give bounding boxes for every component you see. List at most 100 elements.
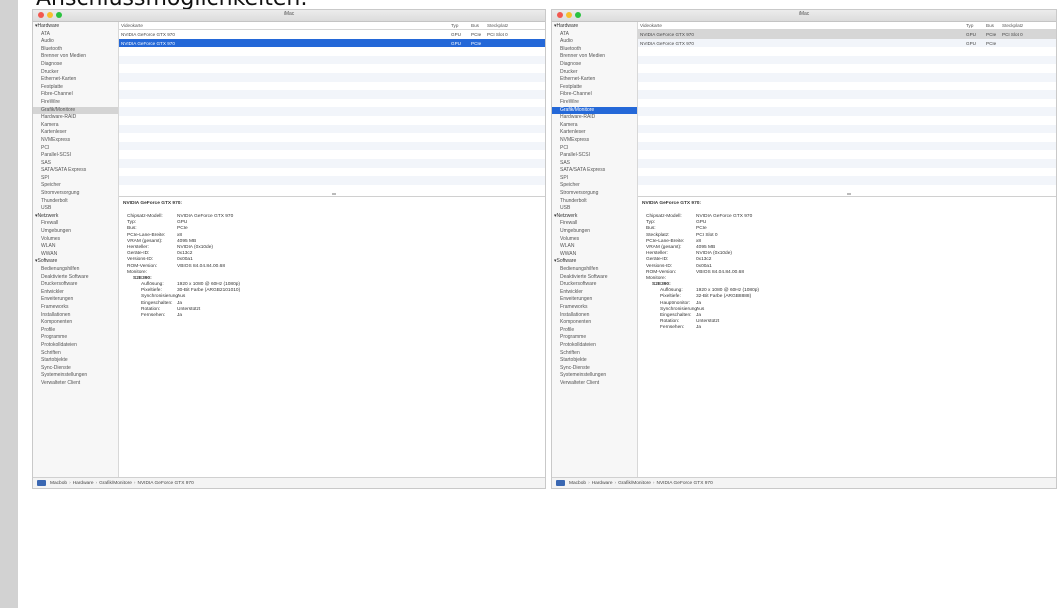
- sidebar-item[interactable]: Programme: [552, 334, 637, 342]
- sidebar-item[interactable]: Verwalteter Client: [33, 380, 118, 388]
- column-header-videokarte[interactable]: Videokarte: [640, 23, 662, 28]
- sidebar-item[interactable]: Firewall: [33, 220, 118, 228]
- sidebar-item[interactable]: NVMExpress: [552, 137, 637, 145]
- sidebar-item[interactable]: Installationen: [33, 312, 118, 320]
- sidebar-group[interactable]: ▾Netzwerk: [552, 213, 637, 221]
- sidebar-item[interactable]: Bluetooth: [33, 46, 118, 54]
- breadcrumb-item[interactable]: Hardware: [592, 481, 613, 486]
- sidebar-item[interactable]: ATA: [552, 31, 637, 39]
- sidebar-item[interactable]: Protokolldateien: [552, 342, 637, 350]
- sidebar-item[interactable]: Festplatte: [33, 84, 118, 92]
- sidebar-item[interactable]: Kartenleser: [552, 129, 637, 137]
- sidebar-item[interactable]: SAS: [552, 160, 637, 168]
- sidebar-item[interactable]: FireWire: [552, 99, 637, 107]
- sidebar-item[interactable]: Fibre-Channel: [33, 91, 118, 99]
- column-header-steckplatz[interactable]: Steckplatz: [1002, 23, 1023, 28]
- sidebar-item[interactable]: Erweiterungen: [552, 296, 637, 304]
- sidebar-item[interactable]: SPI: [33, 175, 118, 183]
- breadcrumb-item[interactable]: Macbob: [569, 481, 586, 486]
- sidebar-item[interactable]: WLAN: [33, 243, 118, 251]
- column-header-typ[interactable]: Typ: [966, 23, 973, 28]
- sidebar-item[interactable]: Komponenten: [552, 319, 637, 327]
- sidebar-item[interactable]: Grafik/Monitore: [33, 106, 118, 115]
- sidebar-item[interactable]: SATA/SATA Express: [33, 167, 118, 175]
- sidebar-item[interactable]: Thunderbolt: [33, 198, 118, 206]
- sidebar-item[interactable]: Audio: [552, 38, 637, 46]
- sidebar-item[interactable]: Sync-Dienste: [33, 365, 118, 373]
- sidebar-item[interactable]: Bluetooth: [552, 46, 637, 54]
- sidebar-item[interactable]: Ethernet-Karten: [552, 76, 637, 84]
- sidebar-item[interactable]: Speicher: [33, 182, 118, 190]
- sidebar-item[interactable]: Thunderbolt: [552, 198, 637, 206]
- sidebar-item[interactable]: Kartenleser: [33, 129, 118, 137]
- sidebar-item[interactable]: Stromversorgung: [33, 190, 118, 198]
- table-row[interactable]: NVIDIA GeForce GTX 970 GPU PCIe: [638, 38, 1056, 48]
- sidebar-item[interactable]: Stromversorgung: [552, 190, 637, 198]
- sidebar-group[interactable]: ▾Netzwerk: [33, 213, 118, 221]
- sidebar-item[interactable]: Bedienungshilfen: [552, 266, 637, 274]
- sidebar-item[interactable]: Druckersoftware: [552, 281, 637, 289]
- column-header-steckplatz[interactable]: Steckplatz: [487, 23, 508, 28]
- sidebar-item[interactable]: Umgebungen: [33, 228, 118, 236]
- breadcrumb-item[interactable]: NVIDIA GeForce GTX 970: [657, 481, 713, 486]
- sidebar-item[interactable]: Drucker: [552, 69, 637, 77]
- sidebar-item[interactable]: Verwalteter Client: [552, 380, 637, 388]
- column-header-bus[interactable]: Bus: [986, 23, 994, 28]
- sidebar-item[interactable]: Schriften: [33, 350, 118, 358]
- sidebar-item[interactable]: Frameworks: [33, 304, 118, 312]
- breadcrumb-item[interactable]: NVIDIA GeForce GTX 970: [138, 481, 194, 486]
- sidebar-item[interactable]: Festplatte: [552, 84, 637, 92]
- sidebar-item[interactable]: Volumes: [33, 236, 118, 244]
- breadcrumb-item[interactable]: Hardware: [73, 481, 94, 486]
- sidebar-item[interactable]: Protokolldateien: [33, 342, 118, 350]
- sidebar-item[interactable]: Ethernet-Karten: [33, 76, 118, 84]
- sidebar-item[interactable]: Brenner von Medien: [33, 53, 118, 61]
- sidebar-item[interactable]: Deaktivierte Software: [552, 274, 637, 282]
- sidebar-item[interactable]: WWAN: [33, 251, 118, 259]
- sidebar-item[interactable]: Programme: [33, 334, 118, 342]
- sidebar-item[interactable]: Deaktivierte Software: [33, 274, 118, 282]
- sidebar-item[interactable]: Diagnose: [552, 61, 637, 69]
- sidebar-item[interactable]: Parallel-SCSI: [552, 152, 637, 160]
- sidebar-item[interactable]: Diagnose: [33, 61, 118, 69]
- sidebar-item[interactable]: Grafik/Monitore: [552, 106, 637, 115]
- sidebar-item[interactable]: Kamera: [33, 122, 118, 130]
- sidebar-item[interactable]: WWAN: [552, 251, 637, 259]
- sidebar-item[interactable]: Speicher: [552, 182, 637, 190]
- sidebar-item[interactable]: Brenner von Medien: [552, 53, 637, 61]
- table-row[interactable]: NVIDIA GeForce GTX 970 GPU PCIe PCI Slot 0: [119, 30, 545, 39]
- sidebar-item[interactable]: SAS: [33, 160, 118, 168]
- sidebar-item[interactable]: Hardware-RAID: [552, 114, 637, 122]
- sidebar-item[interactable]: USB: [552, 205, 637, 213]
- sidebar-group[interactable]: ▾Hardware: [552, 23, 637, 31]
- sidebar-item[interactable]: Installationen: [552, 312, 637, 320]
- sidebar-item[interactable]: Kamera: [552, 122, 637, 130]
- sidebar-group[interactable]: ▾Software: [552, 258, 637, 266]
- sidebar-item[interactable]: Drucker: [33, 69, 118, 77]
- sidebar-item[interactable]: Bedienungshilfen: [33, 266, 118, 274]
- sidebar-item[interactable]: Firewall: [552, 220, 637, 228]
- sidebar-item[interactable]: Druckersoftware: [33, 281, 118, 289]
- sidebar-item[interactable]: ATA: [33, 31, 118, 39]
- sidebar-item[interactable]: PCI: [552, 145, 637, 153]
- window-titlebar[interactable]: iMac: [33, 10, 545, 22]
- sidebar-item[interactable]: Entwickler: [552, 289, 637, 297]
- sidebar-item[interactable]: Systemeinstellungen: [552, 372, 637, 380]
- column-header-videokarte[interactable]: Videokarte: [121, 23, 143, 28]
- table-row[interactable]: NVIDIA GeForce GTX 970 GPU PCIe: [119, 38, 545, 48]
- split-handle[interactable]: [847, 193, 851, 195]
- split-handle[interactable]: [332, 193, 336, 195]
- sidebar-item[interactable]: Komponenten: [33, 319, 118, 327]
- sidebar-item[interactable]: Profile: [552, 327, 637, 335]
- breadcrumb-item[interactable]: Macbob: [50, 481, 67, 486]
- sidebar-item[interactable]: FireWire: [33, 99, 118, 107]
- sidebar-item[interactable]: NVMExpress: [33, 137, 118, 145]
- breadcrumb-item[interactable]: Grafik/Monitore: [618, 481, 651, 486]
- sidebar-item[interactable]: Parallel-SCSI: [33, 152, 118, 160]
- sidebar-item[interactable]: Hardware-RAID: [33, 114, 118, 122]
- sidebar-item[interactable]: USB: [33, 205, 118, 213]
- sidebar-item[interactable]: SATA/SATA Express: [552, 167, 637, 175]
- sidebar-item[interactable]: Profile: [33, 327, 118, 335]
- sidebar-item[interactable]: Entwickler: [33, 289, 118, 297]
- breadcrumb-item[interactable]: Grafik/Monitore: [99, 481, 132, 486]
